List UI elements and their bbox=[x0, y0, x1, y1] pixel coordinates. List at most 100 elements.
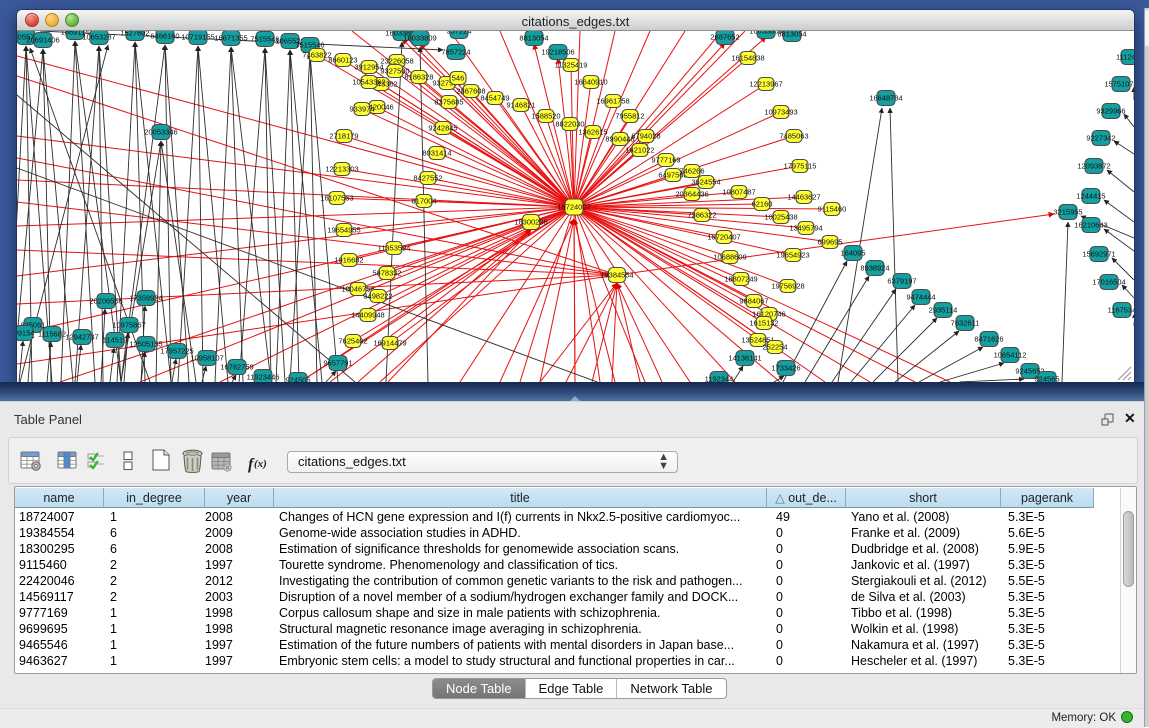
svg-text:1244415: 1244415 bbox=[1076, 192, 1105, 201]
svg-text:16671355: 16671355 bbox=[214, 34, 247, 43]
svg-text:12505135: 12505135 bbox=[129, 340, 162, 349]
svg-text:957224: 957224 bbox=[446, 31, 471, 36]
svg-text:7386322: 7386322 bbox=[687, 211, 716, 220]
svg-text:8813054: 8813054 bbox=[519, 34, 548, 43]
svg-text:16914479: 16914479 bbox=[373, 339, 406, 348]
svg-text:15751074: 15751074 bbox=[1104, 80, 1134, 89]
svg-text:16154838: 16154838 bbox=[731, 54, 764, 63]
svg-text:13495794: 13495794 bbox=[789, 224, 822, 233]
svg-text:19654923: 19654923 bbox=[776, 251, 809, 260]
svg-text:10719155: 10719155 bbox=[181, 33, 214, 42]
svg-text:11923446: 11923446 bbox=[247, 373, 280, 382]
svg-text:8471626: 8471626 bbox=[974, 335, 1003, 344]
svg-text:18807249: 18807249 bbox=[724, 275, 757, 284]
svg-text:9657791: 9657791 bbox=[323, 359, 352, 368]
svg-text:10807487: 10807487 bbox=[722, 188, 755, 197]
svg-text:8454749: 8454749 bbox=[480, 94, 509, 103]
svg-text:3498222: 3498222 bbox=[363, 292, 392, 301]
svg-text:20206556: 20206556 bbox=[89, 297, 122, 306]
svg-text:10688609: 10688609 bbox=[713, 253, 746, 262]
svg-text:8186328: 8186328 bbox=[404, 73, 433, 82]
svg-text:746266: 746266 bbox=[679, 167, 704, 176]
svg-text:12093872: 12093872 bbox=[1077, 162, 1110, 171]
svg-text:3912954: 3912954 bbox=[354, 63, 383, 72]
svg-text:546: 546 bbox=[452, 74, 465, 83]
svg-text:18300295: 18300295 bbox=[514, 218, 547, 227]
svg-text:6379197: 6379197 bbox=[887, 277, 916, 286]
svg-text:62160: 62160 bbox=[752, 200, 773, 209]
svg-text:817004: 817004 bbox=[411, 197, 436, 206]
svg-text:1167534: 1167534 bbox=[1108, 306, 1134, 315]
svg-text:1192344: 1192344 bbox=[705, 375, 734, 383]
svg-text:15692971: 15692971 bbox=[1082, 250, 1115, 259]
svg-text:10653287: 10653287 bbox=[82, 33, 115, 42]
svg-text:19384554: 19384554 bbox=[600, 271, 633, 280]
svg-text:10975867: 10975867 bbox=[112, 321, 145, 330]
svg-text:924565: 924565 bbox=[1034, 375, 1059, 383]
svg-text:2718179: 2718179 bbox=[329, 132, 358, 141]
svg-text:5878332: 5878332 bbox=[372, 269, 401, 278]
svg-text:14409948: 14409948 bbox=[351, 311, 384, 320]
svg-text:10025438: 10025438 bbox=[764, 213, 797, 222]
svg-text:17359924: 17359924 bbox=[129, 294, 162, 303]
svg-text:8813054: 8813054 bbox=[777, 31, 806, 39]
svg-text:20053346: 20053346 bbox=[144, 128, 177, 137]
svg-text:20364436: 20364436 bbox=[675, 190, 708, 199]
svg-text:1621022: 1621022 bbox=[625, 146, 654, 155]
svg-text:252254: 252254 bbox=[762, 343, 787, 352]
svg-text:16640910: 16640910 bbox=[574, 78, 607, 87]
svg-text:8375685: 8375685 bbox=[434, 98, 463, 107]
svg-text:16648784: 16648784 bbox=[869, 94, 902, 103]
svg-text:7463822: 7463822 bbox=[302, 51, 331, 60]
svg-text:1916682: 1916682 bbox=[334, 256, 363, 265]
svg-text:16961758: 16961758 bbox=[596, 97, 629, 106]
svg-text:1733426: 1733426 bbox=[771, 364, 800, 373]
svg-text:6794028: 6794028 bbox=[631, 132, 660, 141]
svg-text:114519: 114519 bbox=[103, 336, 127, 345]
svg-text:19756928: 19756928 bbox=[771, 282, 804, 291]
svg-text:20691406: 20691406 bbox=[26, 36, 59, 45]
svg-text:12942737: 12942737 bbox=[65, 333, 98, 342]
svg-text:19654955: 19654955 bbox=[327, 226, 360, 235]
svg-text:7632611: 7632611 bbox=[951, 319, 980, 328]
svg-text:9242845: 9242845 bbox=[428, 124, 457, 133]
svg-text:9884067: 9884067 bbox=[739, 297, 768, 306]
svg-text:14136141: 14136141 bbox=[728, 354, 761, 363]
svg-text:6466160: 6466160 bbox=[150, 32, 179, 41]
svg-text:8990448: 8990448 bbox=[605, 135, 634, 144]
svg-text:99154: 99154 bbox=[17, 329, 34, 338]
svg-text:8427552: 8427552 bbox=[413, 174, 442, 183]
svg-text:7625402: 7625402 bbox=[338, 337, 367, 346]
svg-text:1527602: 1527602 bbox=[120, 31, 149, 38]
svg-text:8031414: 8031414 bbox=[422, 149, 451, 158]
svg-text:7955812: 7955812 bbox=[615, 112, 644, 121]
svg-text:9146821: 9146821 bbox=[506, 101, 535, 110]
svg-text:14463627: 14463627 bbox=[787, 193, 820, 202]
svg-text:8660123: 8660123 bbox=[328, 56, 357, 65]
svg-text:11325419: 11325419 bbox=[555, 61, 588, 70]
svg-text:15720407: 15720407 bbox=[707, 233, 740, 242]
svg-text:10654112: 10654112 bbox=[994, 351, 1027, 360]
svg-text:18724007: 18724007 bbox=[557, 203, 590, 212]
svg-text:2687652: 2687652 bbox=[710, 33, 739, 42]
svg-text:7857224: 7857224 bbox=[441, 48, 470, 57]
svg-text:11353594: 11353594 bbox=[378, 244, 411, 253]
svg-text:10973493: 10973493 bbox=[764, 108, 797, 117]
svg-text:17957225: 17957225 bbox=[160, 347, 193, 356]
svg-text:9474444: 9474444 bbox=[906, 293, 935, 302]
svg-text:12213303: 12213303 bbox=[325, 165, 358, 174]
svg-text:16210643: 16210643 bbox=[1074, 221, 1107, 230]
svg-text:16107553: 16107553 bbox=[320, 194, 353, 203]
svg-text:933974: 933974 bbox=[349, 105, 374, 114]
svg-text:12213967: 12213967 bbox=[749, 80, 782, 89]
svg-text:9329966: 9329966 bbox=[1096, 107, 1125, 116]
svg-text:17016504: 17016504 bbox=[1092, 278, 1125, 287]
svg-text:1615132: 1615132 bbox=[749, 319, 778, 328]
svg-text:1112480: 1112480 bbox=[1116, 53, 1134, 62]
svg-text:(x): (x) bbox=[254, 458, 267, 470]
svg-text:1115682: 1115682 bbox=[38, 330, 66, 339]
svg-text:3215955: 3215955 bbox=[1053, 208, 1082, 217]
svg-text:9227342: 9227342 bbox=[1086, 134, 1115, 143]
svg-text:8938924: 8938924 bbox=[860, 264, 889, 273]
svg-text:10958107: 10958107 bbox=[190, 354, 223, 363]
